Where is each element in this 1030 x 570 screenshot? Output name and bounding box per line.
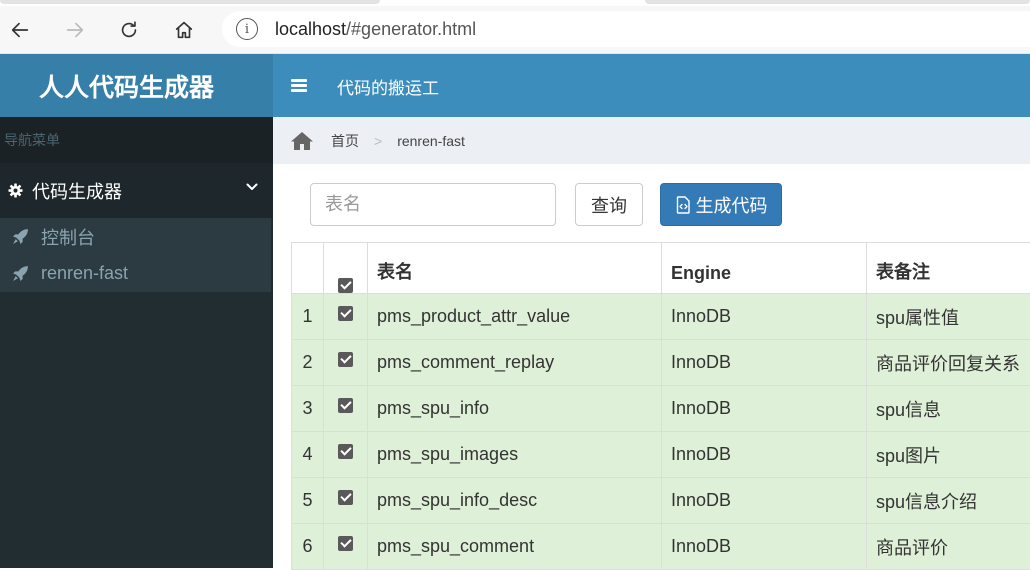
engine-cell: InnoDB	[662, 340, 867, 386]
file-code-icon	[675, 196, 692, 214]
select-all-checkbox[interactable]	[338, 278, 353, 293]
table-name-search-input[interactable]	[310, 183, 556, 226]
engine-cell: InnoDB	[662, 386, 867, 432]
query-button[interactable]: 查询	[575, 183, 643, 226]
comment-cell: spu信息	[867, 386, 1030, 432]
header-title: 代码的搬运工	[337, 74, 439, 99]
table-row[interactable]: 6 pms_spu_comment InnoDB 商品评价	[292, 524, 1030, 570]
breadcrumb: 首页 > renren-fast	[273, 117, 1030, 164]
column-header-table-name: 表名	[368, 243, 662, 294]
row-number: 5	[292, 478, 324, 524]
home-icon	[173, 19, 195, 41]
back-button[interactable]	[2, 12, 38, 48]
table-row[interactable]: 4 pms_spu_images InnoDB spu图片	[292, 432, 1030, 478]
row-checkbox[interactable]	[338, 536, 353, 551]
refresh-icon	[118, 19, 140, 41]
sidebar-header: 导航菜单	[0, 117, 273, 163]
row-select-cell	[324, 524, 368, 570]
row-select-cell	[324, 340, 368, 386]
menu-toggle-icon[interactable]	[291, 79, 307, 92]
info-icon[interactable]: i	[236, 18, 258, 40]
row-checkbox[interactable]	[338, 352, 353, 367]
table-row[interactable]: 1 pms_product_attr_value InnoDB spu属性值	[292, 294, 1030, 340]
home-button[interactable]	[166, 12, 202, 48]
browser-tab[interactable]	[645, 0, 1030, 4]
row-checkbox[interactable]	[338, 398, 353, 413]
table-name-cell: pms_comment_replay	[368, 340, 662, 386]
table-name-cell: pms_spu_info_desc	[368, 478, 662, 524]
comment-cell: spu图片	[867, 432, 1030, 478]
app-logo[interactable]: 人人代码生成器	[0, 54, 273, 117]
sidebar-submenu: 控制台 renren-fast	[0, 218, 271, 292]
row-number: 2	[292, 340, 324, 386]
breadcrumb-home[interactable]: 首页	[331, 131, 359, 151]
rocket-icon	[12, 265, 29, 282]
row-checkbox[interactable]	[338, 444, 353, 459]
column-header-comment: 表备注	[867, 243, 1030, 294]
refresh-button[interactable]	[111, 12, 147, 48]
row-select-cell	[324, 386, 368, 432]
table-name-cell: pms_spu_comment	[368, 524, 662, 570]
address-bar[interactable]: i localhost/#generator.html	[222, 11, 1030, 47]
engine-cell: InnoDB	[662, 478, 867, 524]
rocket-icon	[12, 228, 29, 245]
url-text: localhost/#generator.html	[275, 19, 476, 40]
row-number: 6	[292, 524, 324, 570]
chevron-down-icon	[246, 183, 258, 191]
table-row[interactable]: 3 pms_spu_info InnoDB spu信息	[292, 386, 1030, 432]
table-name-cell: pms_spu_images	[368, 432, 662, 478]
engine-cell: InnoDB	[662, 524, 867, 570]
sidebar-item-label: 控制台	[41, 224, 95, 250]
row-select-cell	[324, 432, 368, 478]
browser-toolbar: i localhost/#generator.html	[0, 6, 1030, 54]
row-number: 1	[292, 294, 324, 340]
sidebar-item-label: renren-fast	[41, 263, 128, 284]
row-number: 3	[292, 386, 324, 432]
home-icon	[290, 131, 314, 151]
row-checkbox[interactable]	[338, 306, 353, 321]
table-row[interactable]: 2 pms_comment_replay InnoDB 商品评价回复关系	[292, 340, 1030, 386]
table-name-cell: pms_product_attr_value	[368, 294, 662, 340]
engine-cell: InnoDB	[662, 432, 867, 478]
generate-code-button[interactable]: 生成代码	[660, 183, 782, 226]
row-number: 4	[292, 432, 324, 478]
top-navbar: 代码的搬运工	[273, 54, 1030, 117]
tables-grid: 表名 Engine 表备注 1 pms_product_attr_value I…	[291, 242, 1030, 570]
gear-icon	[8, 183, 23, 198]
column-header-select	[324, 243, 368, 294]
comment-cell: spu属性值	[867, 294, 1030, 340]
comment-cell: spu信息介绍	[867, 478, 1030, 524]
row-select-cell	[324, 478, 368, 524]
sidebar-item-renren-fast[interactable]: renren-fast	[0, 255, 271, 292]
comment-cell: 商品评价回复关系	[867, 340, 1030, 386]
arrow-left-icon	[9, 19, 31, 41]
arrow-right-icon	[64, 19, 86, 41]
table-name-cell: pms_spu_info	[368, 386, 662, 432]
sidebar-tree-label: 代码生成器	[32, 178, 122, 204]
forward-button[interactable]	[57, 12, 93, 48]
breadcrumb-separator: >	[374, 133, 382, 149]
generate-code-label: 生成代码	[696, 192, 768, 218]
sidebar: 导航菜单 代码生成器 控制台	[0, 117, 273, 568]
engine-cell: InnoDB	[662, 294, 867, 340]
table-row[interactable]: 5 pms_spu_info_desc InnoDB spu信息介绍	[292, 478, 1030, 524]
table-header-row: 表名 Engine 表备注	[292, 243, 1030, 294]
column-header-engine: Engine	[662, 243, 867, 294]
sidebar-item-console[interactable]: 控制台	[0, 218, 271, 255]
browser-tab[interactable]	[0, 0, 380, 4]
sidebar-tree-code-generator[interactable]: 代码生成器	[0, 163, 273, 218]
comment-cell: 商品评价	[867, 524, 1030, 570]
breadcrumb-current: renren-fast	[397, 133, 465, 149]
row-checkbox[interactable]	[338, 490, 353, 505]
column-header-index	[292, 243, 324, 294]
main-content: 首页 > renren-fast 查询 生成代码 表名 Engine	[273, 117, 1030, 568]
row-select-cell	[324, 294, 368, 340]
